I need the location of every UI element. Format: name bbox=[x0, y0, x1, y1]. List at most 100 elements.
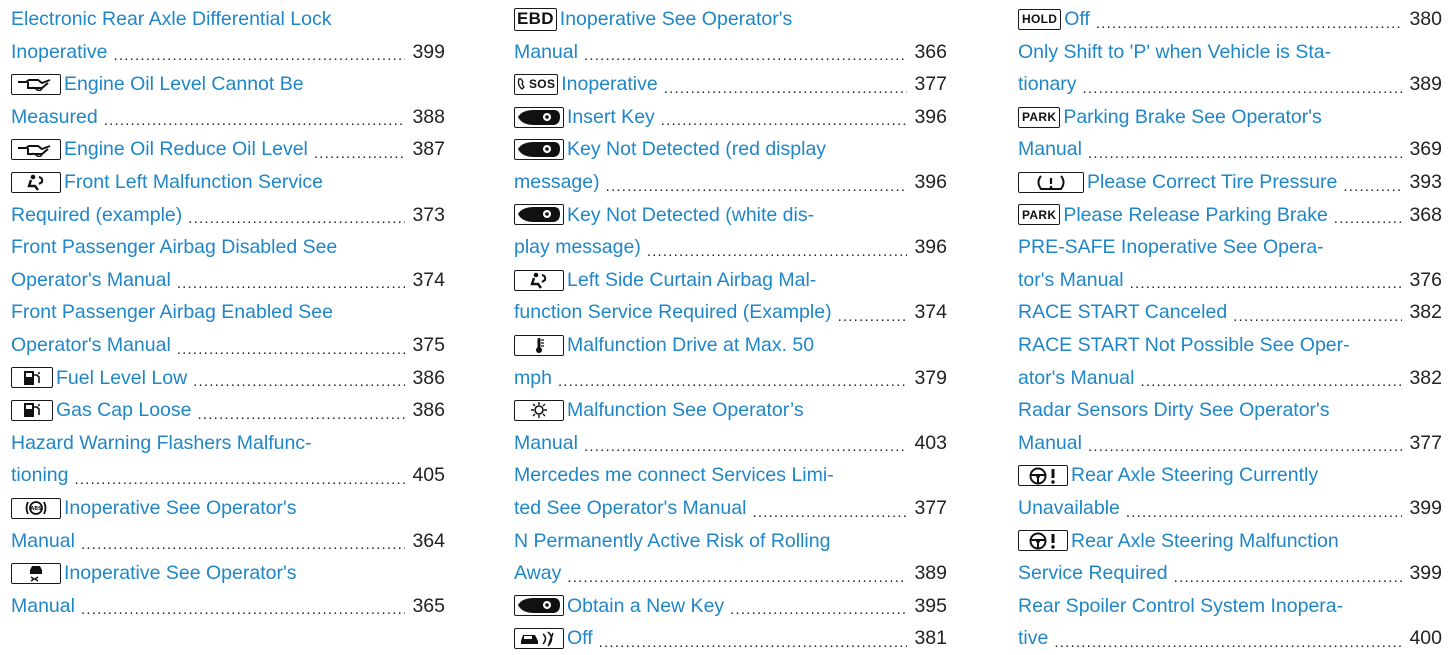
index-entry-link[interactable]: Malfunction Drive at Max. 50 bbox=[567, 329, 814, 362]
page-number[interactable]: 387 bbox=[411, 133, 445, 166]
index-entry-link[interactable]: Inoperative bbox=[561, 68, 657, 101]
index-entry-link[interactable]: Service Required bbox=[1018, 557, 1168, 590]
index-entry-link[interactable]: Rear Spoiler Control System Inopera- bbox=[1018, 590, 1343, 623]
index-entry-link[interactable]: ator's Manual bbox=[1018, 362, 1134, 395]
index-entry-link[interactable]: Off bbox=[567, 622, 593, 655]
index-entry-link[interactable]: Engine Oil Reduce Oil Level bbox=[64, 133, 308, 166]
index-line: PRE-SAFE Inoperative See Opera- bbox=[1018, 231, 1442, 264]
page-number[interactable]: 382 bbox=[1408, 296, 1442, 329]
index-entry-link[interactable]: Inoperative See Operator's bbox=[64, 492, 296, 525]
page-number[interactable]: 366 bbox=[913, 36, 947, 69]
page-number[interactable]: 399 bbox=[411, 36, 445, 69]
page-number[interactable]: 379 bbox=[913, 362, 947, 395]
index-entry-link[interactable]: Fuel Level Low bbox=[56, 362, 187, 395]
page-number[interactable]: 386 bbox=[411, 394, 445, 427]
index-entry-link[interactable]: Inoperative bbox=[11, 36, 107, 69]
page-number[interactable]: 396 bbox=[913, 166, 947, 199]
page-number[interactable]: 377 bbox=[1408, 427, 1442, 460]
index-entry-link[interactable]: RACE START Not Possible See Oper- bbox=[1018, 329, 1350, 362]
page-number[interactable]: 374 bbox=[411, 264, 445, 297]
index-entry-link[interactable]: Rear Axle Steering Currently bbox=[1071, 459, 1318, 492]
page-number[interactable]: 405 bbox=[411, 459, 445, 492]
index-entry-link[interactable]: Mercedes me connect Services Limi- bbox=[514, 459, 834, 492]
index-entry-link[interactable]: Manual bbox=[514, 427, 578, 460]
index-entry-link[interactable]: function Service Required (Example) bbox=[514, 296, 832, 329]
index-entry-link[interactable]: tive bbox=[1018, 622, 1048, 655]
index-entry-link[interactable]: Front Passenger Airbag Enabled See bbox=[11, 296, 333, 329]
page-number[interactable]: 377 bbox=[913, 68, 947, 101]
index-entry-link[interactable]: Please Correct Tire Pressure bbox=[1087, 166, 1337, 199]
index-entry-link[interactable]: Manual bbox=[11, 525, 75, 558]
index-entry-link[interactable]: ted See Operator's Manual bbox=[514, 492, 746, 525]
index-entry-link[interactable]: Please Release Parking Brake bbox=[1063, 199, 1327, 232]
index-entry-link[interactable]: Off bbox=[1064, 3, 1090, 36]
index-entry-link[interactable]: tioning bbox=[11, 459, 68, 492]
index-entry-link[interactable]: message) bbox=[514, 166, 600, 199]
page-number[interactable]: 389 bbox=[913, 557, 947, 590]
index-entry-link[interactable]: Manual bbox=[11, 590, 75, 623]
index-line: HOLDOff 380 bbox=[1018, 3, 1442, 36]
page-number[interactable]: 399 bbox=[1408, 492, 1442, 525]
index-entry-link[interactable]: Radar Sensors Dirty See Operator's bbox=[1018, 394, 1330, 427]
index-entry-link[interactable]: Obtain a New Key bbox=[567, 590, 724, 623]
index-entry-link[interactable]: RACE START Canceled bbox=[1018, 296, 1227, 329]
index-entry-link[interactable]: Unavailable bbox=[1018, 492, 1120, 525]
page-number[interactable]: 381 bbox=[913, 622, 947, 655]
index-entry-link[interactable]: Operator's Manual bbox=[11, 329, 171, 362]
page-number[interactable]: 364 bbox=[411, 525, 445, 558]
index-entry-link[interactable]: Operator's Manual bbox=[11, 264, 171, 297]
page-number[interactable]: 395 bbox=[913, 590, 947, 623]
index-entry-link[interactable]: Insert Key bbox=[567, 101, 655, 134]
index-entry-link[interactable]: Only Shift to 'P' when Vehicle is Sta- bbox=[1018, 36, 1331, 69]
index-entry-link[interactable]: mph bbox=[514, 362, 552, 395]
page-number[interactable]: 386 bbox=[411, 362, 445, 395]
index-line: Engine Oil Level Cannot Be bbox=[11, 68, 445, 101]
index-entry-link[interactable]: Away bbox=[514, 557, 561, 590]
index-entry-link[interactable]: Required (example) bbox=[11, 199, 182, 232]
dot-leader bbox=[104, 105, 405, 133]
index-entry-link[interactable]: Left Side Curtain Airbag Mal- bbox=[567, 264, 816, 297]
page-number[interactable]: 396 bbox=[913, 231, 947, 264]
index-entry-link[interactable]: Hazard Warning Flashers Malfunc- bbox=[11, 427, 312, 460]
page-number[interactable]: 393 bbox=[1408, 166, 1442, 199]
page-number[interactable]: 377 bbox=[913, 492, 947, 525]
index-line: PARKPlease Release Parking Brake 368 bbox=[1018, 199, 1442, 232]
index-entry-link[interactable]: Inoperative See Operator's bbox=[560, 3, 792, 36]
index-entry-link[interactable]: Electronic Rear Axle Differential Lock bbox=[11, 3, 331, 36]
page-number[interactable]: 380 bbox=[1408, 3, 1442, 36]
index-entry-link[interactable]: Front Left Malfunction Service bbox=[64, 166, 323, 199]
index-entry-link[interactable]: play message) bbox=[514, 231, 641, 264]
index-entry-link[interactable]: Measured bbox=[11, 101, 98, 134]
page-number[interactable]: 399 bbox=[1408, 557, 1442, 590]
page-number[interactable]: 368 bbox=[1408, 199, 1442, 232]
index-entry-link[interactable]: Manual bbox=[1018, 133, 1082, 166]
index-entry-link[interactable]: Manual bbox=[514, 36, 578, 69]
index-entry-link[interactable]: Key Not Detected (white dis- bbox=[567, 199, 814, 232]
page-number[interactable]: 369 bbox=[1408, 133, 1442, 166]
page-number[interactable]: 389 bbox=[1408, 68, 1442, 101]
index-entry-link[interactable]: Engine Oil Level Cannot Be bbox=[64, 68, 304, 101]
page-number[interactable]: 376 bbox=[1408, 264, 1442, 297]
page-number[interactable]: 382 bbox=[1408, 362, 1442, 395]
index-entry-link[interactable]: tor's Manual bbox=[1018, 264, 1124, 297]
page-number[interactable]: 375 bbox=[411, 329, 445, 362]
index-entry-link[interactable]: N Permanently Active Risk of Rolling bbox=[514, 525, 830, 558]
page-number[interactable]: 373 bbox=[411, 199, 445, 232]
index-entry-link[interactable]: Parking Brake See Operator's bbox=[1063, 101, 1321, 134]
page-number[interactable]: 388 bbox=[411, 101, 445, 134]
page-number[interactable]: 374 bbox=[913, 296, 947, 329]
page-number[interactable]: 365 bbox=[411, 590, 445, 623]
dot-leader bbox=[730, 594, 907, 622]
index-entry-link[interactable]: Malfunction See Operator’s bbox=[567, 394, 804, 427]
index-entry-link[interactable]: Inoperative See Operator's bbox=[64, 557, 296, 590]
page-number[interactable]: 400 bbox=[1408, 622, 1442, 655]
index-entry-link[interactable]: tionary bbox=[1018, 68, 1077, 101]
index-entry-link[interactable]: Rear Axle Steering Malfunction bbox=[1071, 525, 1339, 558]
index-entry-link[interactable]: Manual bbox=[1018, 427, 1082, 460]
index-entry-link[interactable]: Front Passenger Airbag Disabled See bbox=[11, 231, 337, 264]
index-entry-link[interactable]: PRE-SAFE Inoperative See Opera- bbox=[1018, 231, 1324, 264]
index-entry-link[interactable]: Gas Cap Loose bbox=[56, 394, 192, 427]
index-entry-link[interactable]: Key Not Detected (red display bbox=[567, 133, 826, 166]
page-number[interactable]: 403 bbox=[913, 427, 947, 460]
page-number[interactable]: 396 bbox=[913, 101, 947, 134]
